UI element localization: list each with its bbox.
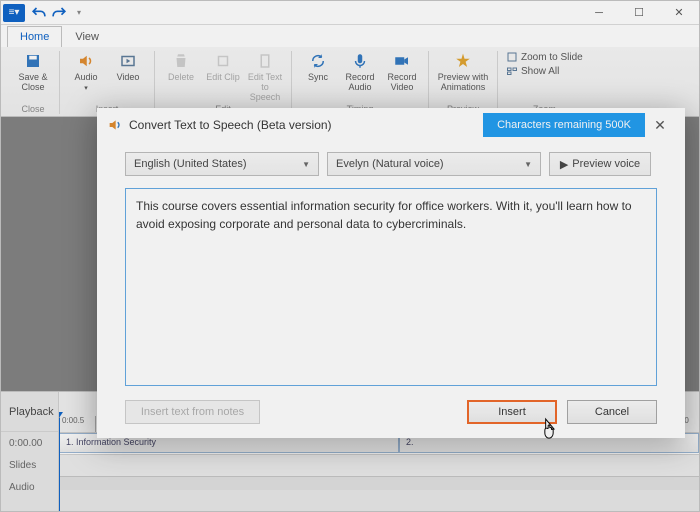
undo-button[interactable] (29, 4, 49, 22)
horizontal-scrollbar[interactable] (59, 476, 699, 490)
preview-animations-button[interactable]: Preview with Animations (437, 51, 489, 93)
insert-audio-button[interactable]: Audio▾ (68, 51, 104, 93)
ribbon: Save & Close Close Audio▾ Video Insert D… (1, 47, 699, 117)
camera-icon (392, 51, 412, 71)
delete-icon (171, 51, 191, 71)
save-close-button[interactable]: Save & Close (15, 51, 51, 93)
chevron-down-icon: ▼ (524, 160, 532, 169)
tts-dialog-icon (107, 117, 123, 133)
audio-track[interactable] (59, 454, 699, 476)
sync-button[interactable]: Sync (300, 51, 336, 83)
play-icon: ▶ (560, 158, 568, 171)
dialog-close-button[interactable]: ✕ (645, 117, 675, 134)
preview-voice-button[interactable]: ▶Preview voice (549, 152, 651, 176)
close-window-button[interactable]: ✕ (659, 1, 699, 25)
tts-text-input[interactable]: This course covers essential information… (125, 188, 657, 386)
ribbon-tabs: Home View (1, 25, 699, 47)
language-select[interactable]: English (United States)▼ (125, 152, 319, 176)
maximize-button[interactable]: ☐ (619, 1, 659, 25)
playhead[interactable] (59, 418, 60, 511)
edit-clip-button: Edit Clip (205, 51, 241, 83)
titlebar: ≡▾ ▾ ─ ☐ ✕ (1, 1, 699, 25)
voice-select[interactable]: Evelyn (Natural voice)▼ (327, 152, 541, 176)
insert-video-button[interactable]: Video (110, 51, 146, 83)
insert-button[interactable]: Insert (467, 400, 557, 424)
tts-icon (255, 51, 275, 71)
qat-dropdown[interactable]: ▾ (69, 4, 89, 22)
mic-icon (350, 51, 370, 71)
tts-dialog: Convert Text to Speech (Beta version) Ch… (97, 108, 685, 438)
cancel-button[interactable]: Cancel (567, 400, 657, 424)
show-all-button[interactable]: Show All (506, 65, 583, 77)
time-start: 0:00.00 (1, 432, 58, 454)
insert-from-notes-button: Insert text from notes (125, 400, 260, 424)
speaker-icon (76, 51, 96, 71)
slides-row-label: Slides (1, 454, 58, 476)
minimize-button[interactable]: ─ (579, 1, 619, 25)
record-video-button[interactable]: Record Video (384, 51, 420, 93)
tab-view[interactable]: View (62, 26, 112, 47)
save-icon (23, 51, 43, 71)
record-audio-button[interactable]: Record Audio (342, 51, 378, 93)
playback-label: Playback (1, 392, 58, 432)
tab-home[interactable]: Home (7, 26, 62, 47)
redo-button[interactable] (49, 4, 69, 22)
clip-icon (213, 51, 233, 71)
sync-icon (308, 51, 328, 71)
star-icon (453, 51, 473, 71)
film-icon (118, 51, 138, 71)
dialog-title: Convert Text to Speech (Beta version) (129, 118, 332, 132)
file-menu-button[interactable]: ≡▾ (3, 4, 25, 22)
audio-row-label: Audio (1, 476, 58, 498)
characters-remaining-badge: Characters remaining 500K (483, 113, 645, 137)
chevron-down-icon: ▼ (302, 160, 310, 169)
zoom-to-slide-button[interactable]: Zoom to Slide (506, 51, 583, 63)
delete-button: Delete (163, 51, 199, 83)
edit-tts-button: Edit Text to Speech (247, 51, 283, 103)
